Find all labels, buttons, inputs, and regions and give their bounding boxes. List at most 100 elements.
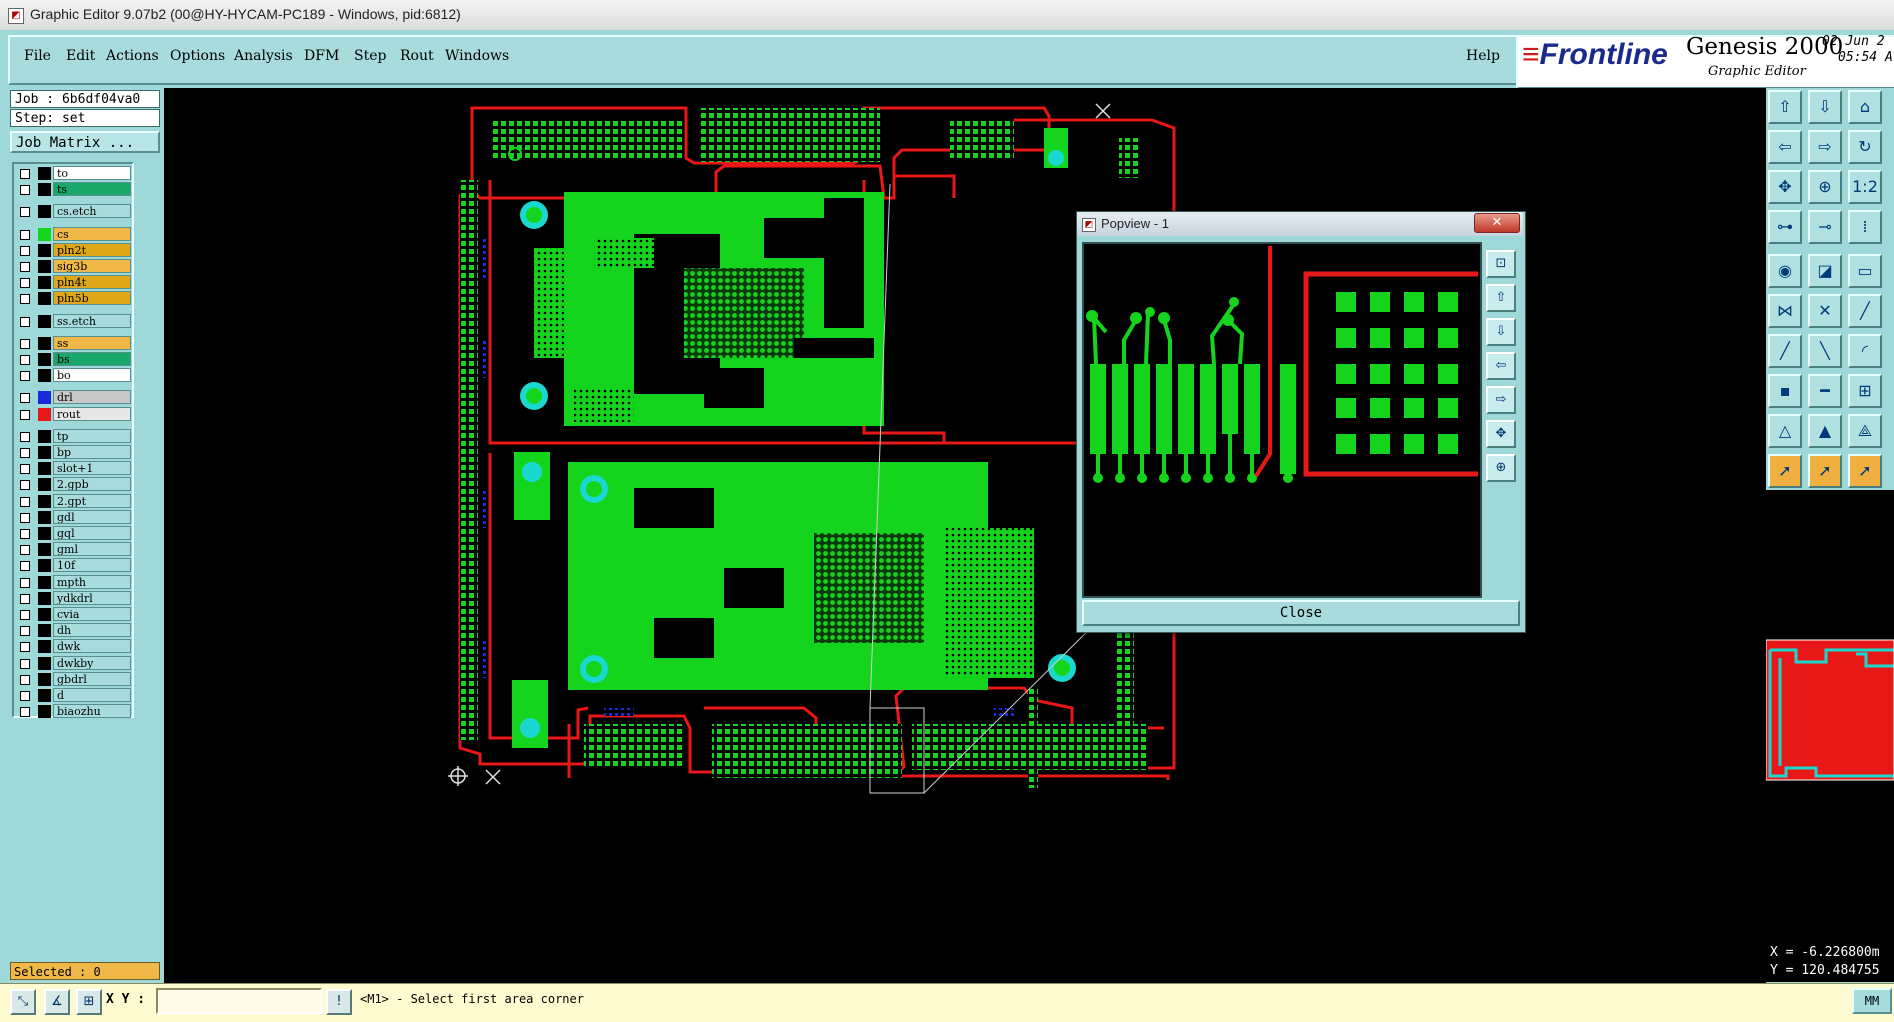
layer-name[interactable]: cs.etch xyxy=(53,204,131,219)
menu-rout[interactable]: Rout xyxy=(400,48,434,64)
layer-checkbox[interactable] xyxy=(20,593,30,604)
layer-color-swatch[interactable] xyxy=(38,391,51,405)
layers-display-icon[interactable]: ⁞ xyxy=(1848,210,1882,244)
layer-name[interactable]: gql xyxy=(53,526,131,540)
layer-name[interactable]: dh xyxy=(53,623,131,638)
layer-checkbox[interactable] xyxy=(20,658,30,669)
layer-color-swatch[interactable] xyxy=(38,369,51,383)
layer-row[interactable]: bp xyxy=(16,445,132,461)
layer-checkbox[interactable] xyxy=(20,245,30,256)
layer-name[interactable]: ts xyxy=(53,182,131,197)
layer-name[interactable]: d xyxy=(53,688,131,702)
layer-name[interactable]: drl xyxy=(53,390,131,405)
layer-row[interactable]: bs xyxy=(16,352,132,368)
layer-name[interactable]: dwkby xyxy=(53,655,131,670)
menu-analysis[interactable]: Analysis xyxy=(234,48,293,64)
layer-name[interactable]: ss xyxy=(53,335,131,350)
layer-color-swatch[interactable] xyxy=(38,314,51,328)
layer-row[interactable]: gdl xyxy=(16,509,132,526)
popview-zoom-in-icon[interactable]: ⇧ xyxy=(1486,284,1516,312)
layer-row[interactable]: ts xyxy=(16,182,132,198)
layer-row[interactable]: gml xyxy=(16,542,132,558)
edit-feature-icon[interactable]: ◪ xyxy=(1808,254,1842,288)
redraw-icon[interactable]: ↻ xyxy=(1848,130,1882,164)
layer-checkbox[interactable] xyxy=(20,393,30,404)
layer-row[interactable]: ss xyxy=(16,335,132,352)
layer-row[interactable]: 2.gpt xyxy=(16,493,132,510)
layer-name[interactable]: cs xyxy=(53,226,131,241)
layer-checkbox[interactable] xyxy=(20,529,30,539)
ruler-icon[interactable]: ▭ xyxy=(1848,254,1882,288)
layer-color-swatch[interactable] xyxy=(38,205,51,219)
layer-name[interactable]: ss.etch xyxy=(53,313,131,328)
layer-checkbox[interactable] xyxy=(20,577,30,588)
select-feature-icon[interactable]: ◉ xyxy=(1768,254,1802,288)
draw-slash-icon[interactable]: ╲ xyxy=(1808,334,1842,368)
minus-tool-icon[interactable]: ━ xyxy=(1808,374,1842,408)
layer-checkbox[interactable] xyxy=(20,561,30,572)
zoom-home-icon[interactable]: ⇧ xyxy=(1768,90,1802,124)
layer-color-swatch[interactable] xyxy=(38,478,51,492)
window-titlebar[interactable]: ◩ Graphic Editor 9.07b2 (00@HY-HYCAM-PC1… xyxy=(0,0,1894,31)
layer-color-swatch[interactable] xyxy=(38,575,51,589)
layer-color-swatch[interactable] xyxy=(38,494,51,508)
layer-color-swatch[interactable] xyxy=(38,446,51,459)
layer-name[interactable]: pln5b xyxy=(53,291,131,306)
layer-color-swatch[interactable] xyxy=(38,167,51,180)
triangle-tool-icon[interactable]: △ xyxy=(1768,414,1802,448)
layer-row[interactable]: gbdrl xyxy=(16,671,132,688)
snap-icon[interactable]: ⊶ xyxy=(1768,210,1802,244)
surface-tool-icon[interactable]: ⊞ xyxy=(1848,374,1882,408)
layer-row[interactable]: mpth xyxy=(16,574,132,591)
layer-name[interactable]: slot+1 xyxy=(53,461,131,476)
layer-row[interactable]: dwk xyxy=(16,639,132,655)
pan-right-icon[interactable]: ⇨ xyxy=(1808,130,1842,164)
zoom-home-view-icon[interactable]: ⌂ xyxy=(1848,90,1882,124)
overview-map[interactable] xyxy=(1766,490,1894,942)
measure-mode-icon[interactable]: ∡ xyxy=(44,989,70,1015)
layer-color-swatch[interactable] xyxy=(38,276,51,290)
layer-checkbox[interactable] xyxy=(20,496,30,507)
layer-row[interactable]: cvia xyxy=(16,607,132,623)
layer-row[interactable]: pln4t xyxy=(16,275,132,291)
layer-name[interactable]: sig3b xyxy=(53,259,131,273)
layer-row[interactable]: cs xyxy=(16,226,132,243)
layer-row[interactable]: pln2t xyxy=(16,242,132,259)
layer-name[interactable]: biaozhu xyxy=(53,704,131,719)
popview-zoomed-pcb[interactable] xyxy=(1084,244,1480,596)
snap-mode-icon[interactable]: ⤡ xyxy=(10,989,36,1015)
layer-checkbox[interactable] xyxy=(20,207,30,218)
popview-zoom-fit-icon[interactable]: ⊡ xyxy=(1486,250,1516,278)
layer-checkbox[interactable] xyxy=(20,169,30,179)
menu-options[interactable]: Options xyxy=(170,48,225,64)
layer-row[interactable]: 2.gpb xyxy=(16,477,132,493)
layer-row[interactable]: drl xyxy=(16,390,132,406)
layer-color-swatch[interactable] xyxy=(38,292,51,306)
cross-select-icon[interactable]: ✕ xyxy=(1808,294,1842,328)
layer-checkbox[interactable] xyxy=(20,626,30,637)
layer-checkbox[interactable] xyxy=(20,338,30,349)
popview-expand-icon[interactable]: ✥ xyxy=(1486,420,1516,448)
layer-color-swatch[interactable] xyxy=(38,689,51,702)
layer-row[interactable]: ydkdrl xyxy=(16,590,132,607)
layer-row[interactable]: gql xyxy=(16,526,132,542)
arc-tool-icon[interactable]: ◜ xyxy=(1848,334,1882,368)
layer-name[interactable]: 10f xyxy=(53,558,131,573)
layer-name[interactable]: cvia xyxy=(53,607,131,621)
draw-line-icon[interactable]: ╱ xyxy=(1768,334,1802,368)
layer-color-swatch[interactable] xyxy=(38,543,51,557)
layer-row[interactable]: dh xyxy=(16,623,132,639)
layer-name[interactable]: to xyxy=(53,166,131,180)
zoom-area-icon[interactable]: ✥ xyxy=(1768,170,1802,204)
layer-row[interactable]: pln5b xyxy=(16,291,132,307)
layer-color-swatch[interactable] xyxy=(38,227,51,241)
layer-row[interactable]: ss.etch xyxy=(16,313,132,330)
layer-checkbox[interactable] xyxy=(20,371,30,382)
layer-checkbox[interactable] xyxy=(20,185,30,196)
layer-name[interactable]: bo xyxy=(53,368,131,383)
menu-step[interactable]: Step xyxy=(354,48,386,64)
layer-checkbox[interactable] xyxy=(20,512,30,523)
layer-color-swatch[interactable] xyxy=(38,624,51,638)
layer-name[interactable]: tp xyxy=(53,428,131,443)
layer-row[interactable]: biaozhu xyxy=(16,704,132,720)
